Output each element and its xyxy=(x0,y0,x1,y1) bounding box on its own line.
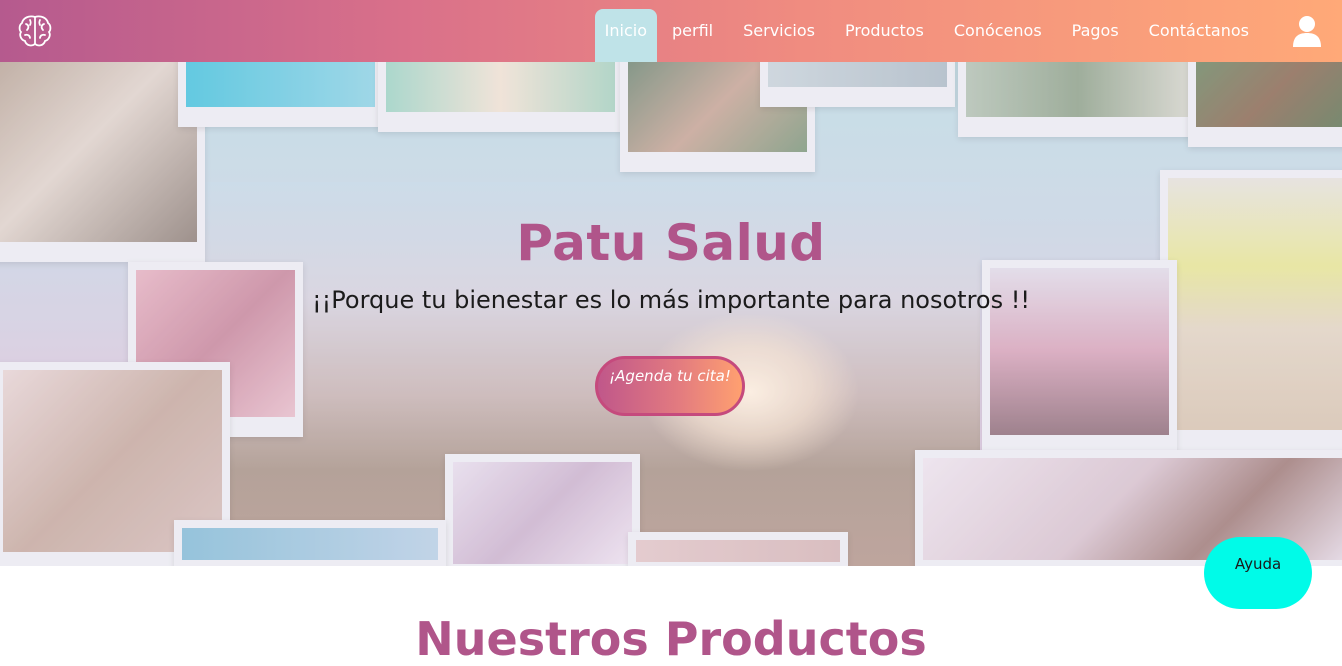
nav-item-conocenos[interactable]: Conócenos xyxy=(939,9,1057,62)
main-nav: Inicio perfil Servicios Productos Conóce… xyxy=(594,9,1264,62)
book-appointment-button[interactable]: ¡Agenda tu cita! xyxy=(595,356,745,416)
hero-subtitle: ¡¡Porque tu bienestar es lo más importan… xyxy=(312,286,1030,314)
brain-icon[interactable] xyxy=(16,12,54,50)
user-icon[interactable] xyxy=(1292,15,1322,47)
navbar: Inicio perfil Servicios Productos Conóce… xyxy=(0,0,1342,62)
section-title: Nuestros Productos xyxy=(415,612,927,666)
hero-overlay xyxy=(0,62,1342,566)
nav-item-servicios[interactable]: Servicios xyxy=(728,9,830,62)
nav-item-productos[interactable]: Productos xyxy=(830,9,939,62)
help-button[interactable]: Ayuda xyxy=(1204,537,1312,609)
nav-item-perfil[interactable]: perfil xyxy=(657,9,728,62)
nav-item-contactanos[interactable]: Contáctanos xyxy=(1134,9,1264,62)
hero-banner: Patu Salud ¡¡Porque tu bienestar es lo m… xyxy=(0,62,1342,566)
nav-item-inicio[interactable]: Inicio xyxy=(594,9,658,62)
nav-item-pagos[interactable]: Pagos xyxy=(1057,9,1134,62)
hero-title: Patu Salud xyxy=(516,214,826,272)
